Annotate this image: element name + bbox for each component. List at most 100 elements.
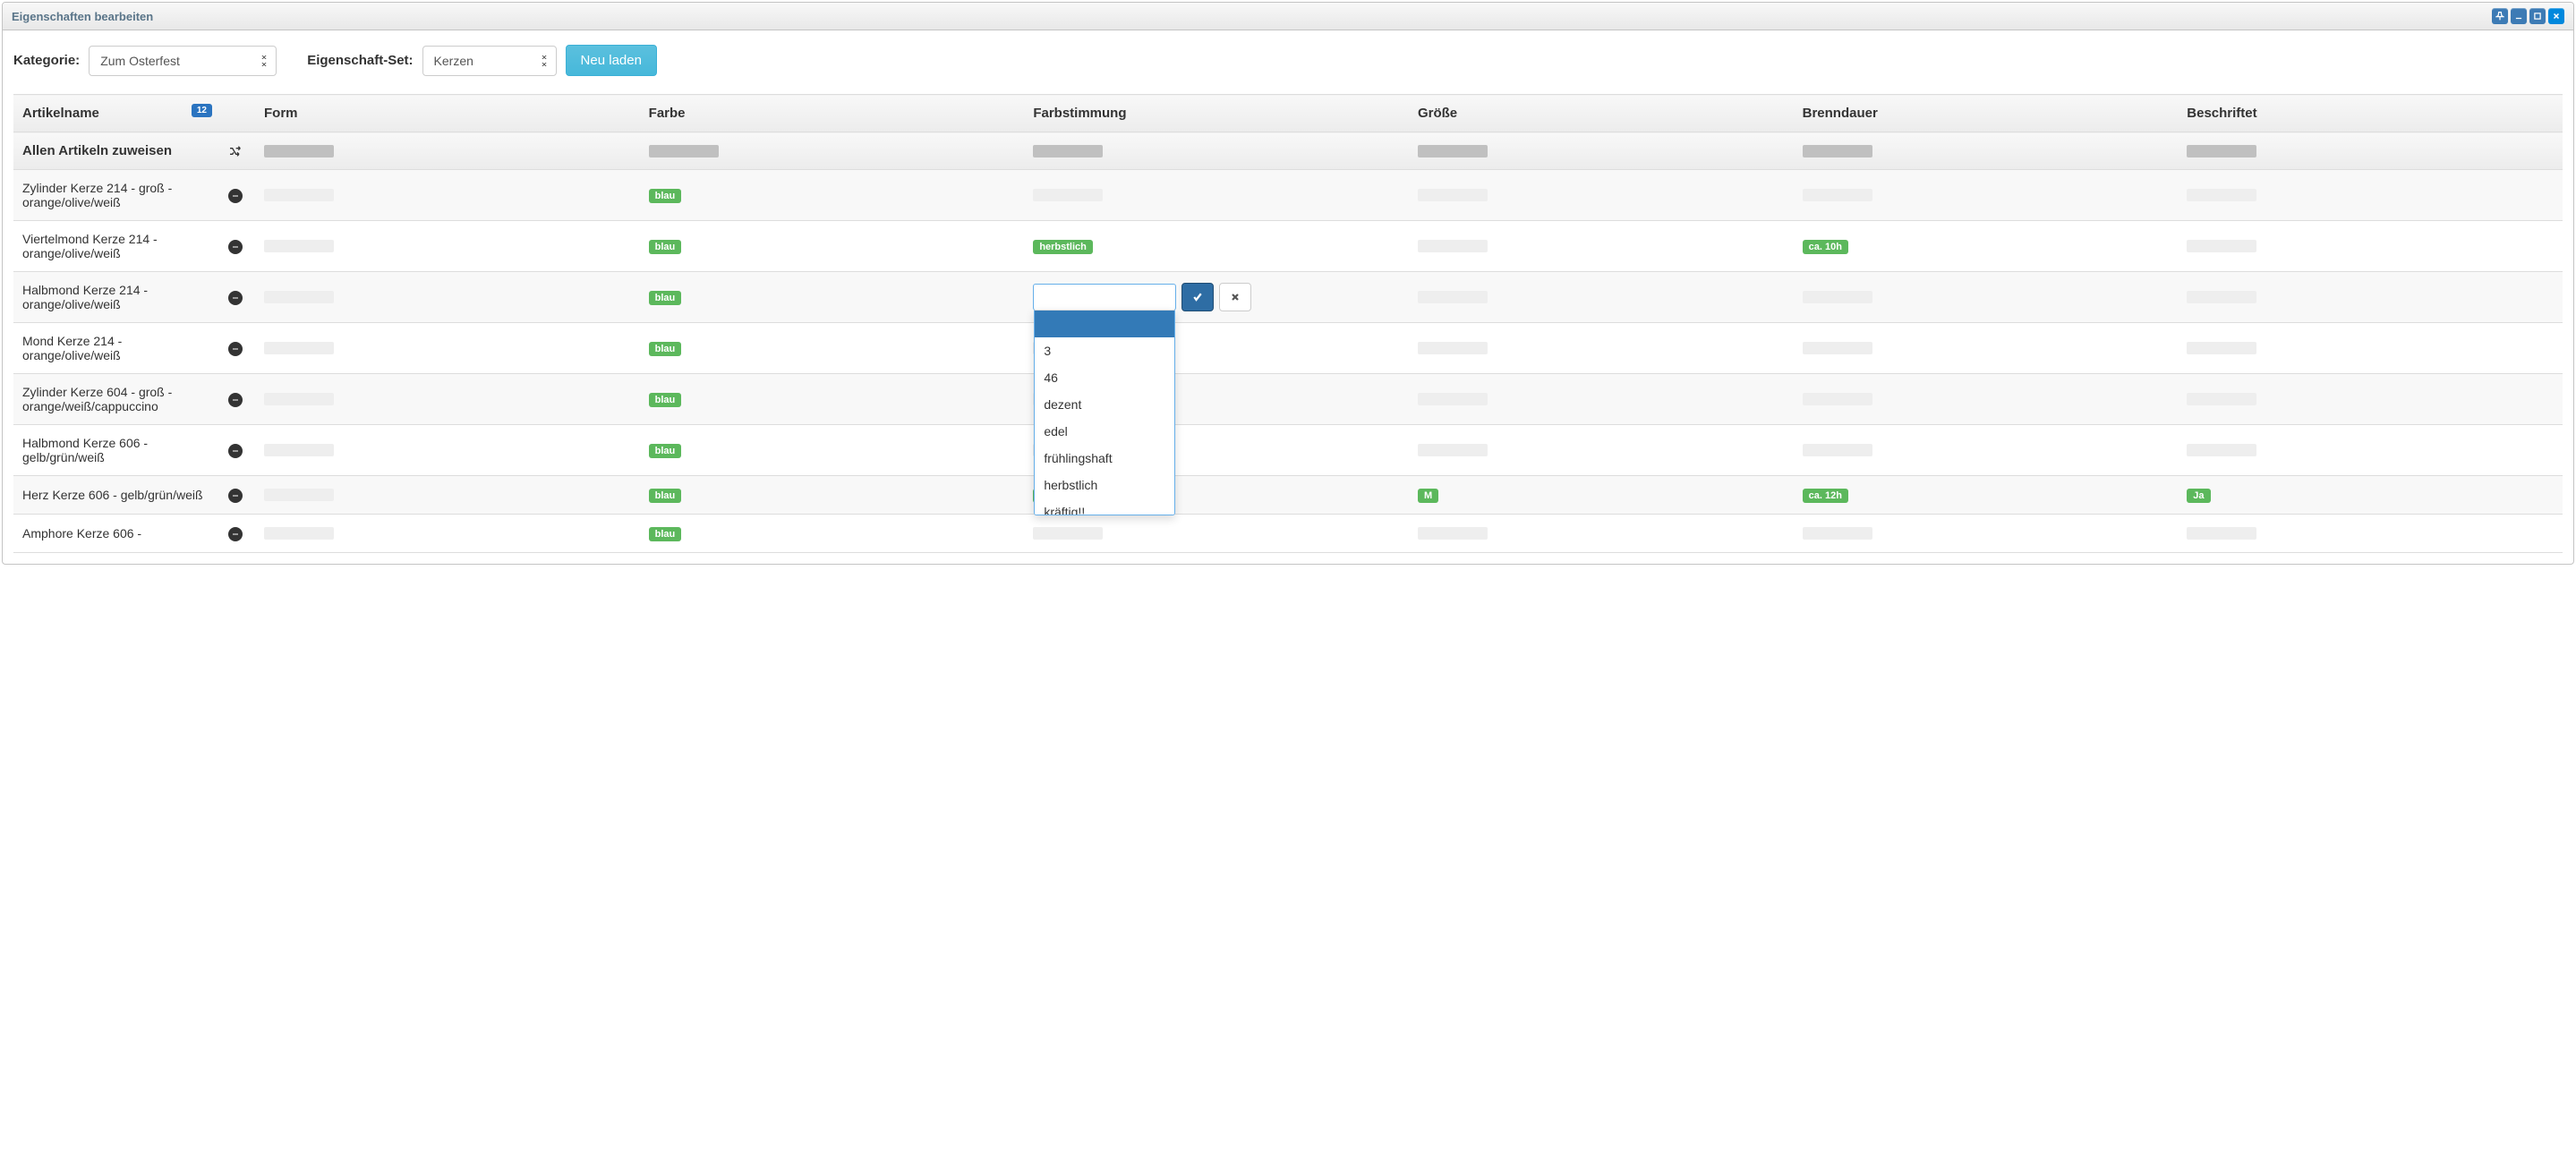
- brenndauer-cell[interactable]: [1794, 323, 2179, 374]
- brenndauer-cell[interactable]: [1794, 425, 2179, 476]
- form-cell[interactable]: [255, 170, 640, 221]
- pin-icon[interactable]: [2492, 8, 2508, 24]
- assign-groesse-cell[interactable]: [1418, 145, 1488, 157]
- beschriftet-cell[interactable]: [2178, 272, 2563, 323]
- beschriftet-placeholder[interactable]: [2187, 393, 2256, 405]
- form-placeholder[interactable]: [264, 189, 334, 201]
- farbe-cell[interactable]: blau: [640, 515, 1025, 553]
- form-cell[interactable]: [255, 323, 640, 374]
- form-placeholder[interactable]: [264, 444, 334, 456]
- minimize-icon[interactable]: [2511, 8, 2527, 24]
- groesse-placeholder[interactable]: [1418, 393, 1488, 405]
- assign-farbe-cell[interactable]: [649, 145, 719, 157]
- combo-input[interactable]: [1034, 285, 1175, 310]
- brenndauer-cell[interactable]: ca. 10h: [1794, 221, 2179, 272]
- form-cell[interactable]: [255, 374, 640, 425]
- brenndauer-placeholder[interactable]: [1803, 393, 1872, 405]
- groesse-cell[interactable]: [1409, 515, 1794, 553]
- form-placeholder[interactable]: [264, 240, 334, 252]
- combo-option[interactable]: 3: [1035, 337, 1174, 364]
- brenndauer-placeholder[interactable]: [1803, 527, 1872, 540]
- assign-beschriftet-cell[interactable]: [2187, 145, 2256, 157]
- form-cell[interactable]: [255, 221, 640, 272]
- farbe-cell[interactable]: blau: [640, 425, 1025, 476]
- form-placeholder[interactable]: [264, 527, 334, 540]
- form-placeholder[interactable]: [264, 342, 334, 354]
- brenndauer-placeholder[interactable]: [1803, 342, 1872, 354]
- remove-icon[interactable]: [228, 489, 243, 503]
- remove-icon[interactable]: [228, 240, 243, 254]
- brenndauer-placeholder[interactable]: [1803, 444, 1872, 456]
- category-select[interactable]: Zum Osterfest: [89, 46, 277, 76]
- form-cell[interactable]: [255, 272, 640, 323]
- reload-button[interactable]: Neu laden: [566, 45, 657, 76]
- brenndauer-cell[interactable]: [1794, 515, 2179, 553]
- beschriftet-placeholder[interactable]: [2187, 189, 2256, 201]
- form-placeholder[interactable]: [264, 291, 334, 303]
- combo-option[interactable]: edel: [1035, 418, 1174, 445]
- prop-set-select[interactable]: Kerzen: [422, 46, 557, 76]
- beschriftet-cell[interactable]: [2178, 515, 2563, 553]
- groesse-placeholder[interactable]: [1418, 240, 1488, 252]
- beschriftet-placeholder[interactable]: [2187, 240, 2256, 252]
- groesse-cell[interactable]: [1409, 221, 1794, 272]
- groesse-placeholder[interactable]: [1418, 444, 1488, 456]
- remove-icon[interactable]: [228, 527, 243, 541]
- form-cell[interactable]: [255, 425, 640, 476]
- farbe-cell[interactable]: blau: [640, 221, 1025, 272]
- brenndauer-cell[interactable]: [1794, 170, 2179, 221]
- form-placeholder[interactable]: [264, 393, 334, 405]
- farbe-cell[interactable]: blau: [640, 323, 1025, 374]
- confirm-button[interactable]: [1181, 283, 1214, 311]
- assign-brenndauer-cell[interactable]: [1803, 145, 1872, 157]
- beschriftet-cell[interactable]: [2178, 170, 2563, 221]
- farbe-cell[interactable]: blau: [640, 476, 1025, 515]
- beschriftet-cell[interactable]: [2178, 425, 2563, 476]
- groesse-placeholder[interactable]: [1418, 291, 1488, 303]
- farbstimmung-cell[interactable]: herbstlich: [1024, 221, 1409, 272]
- beschriftet-cell[interactable]: [2178, 374, 2563, 425]
- combo-option[interactable]: kräftig!!: [1035, 498, 1174, 515]
- form-cell[interactable]: [255, 476, 640, 515]
- form-cell[interactable]: [255, 515, 640, 553]
- assign-farbstimmung-cell[interactable]: [1033, 145, 1103, 157]
- groesse-cell[interactable]: [1409, 272, 1794, 323]
- brenndauer-cell[interactable]: [1794, 272, 2179, 323]
- beschriftet-cell[interactable]: [2178, 323, 2563, 374]
- remove-icon[interactable]: [228, 444, 243, 458]
- farbe-cell[interactable]: blau: [640, 374, 1025, 425]
- farbe-cell[interactable]: blau: [640, 272, 1025, 323]
- groesse-cell[interactable]: [1409, 170, 1794, 221]
- farbstimmung-placeholder[interactable]: [1033, 189, 1103, 201]
- maximize-icon[interactable]: [2529, 8, 2546, 24]
- brenndauer-cell[interactable]: [1794, 374, 2179, 425]
- beschriftet-cell[interactable]: Ja: [2178, 476, 2563, 515]
- brenndauer-placeholder[interactable]: [1803, 189, 1872, 201]
- beschriftet-placeholder[interactable]: [2187, 527, 2256, 540]
- remove-icon[interactable]: [228, 342, 243, 356]
- combo-option[interactable]: frühlingshaft: [1035, 445, 1174, 472]
- shuffle-icon[interactable]: [228, 144, 246, 158]
- groesse-cell[interactable]: M: [1409, 476, 1794, 515]
- assign-form-cell[interactable]: [264, 145, 334, 157]
- combo-option[interactable]: [1035, 311, 1174, 337]
- remove-icon[interactable]: [228, 393, 243, 407]
- farbe-cell[interactable]: blau: [640, 170, 1025, 221]
- form-placeholder[interactable]: [264, 489, 334, 501]
- beschriftet-cell[interactable]: [2178, 221, 2563, 272]
- groesse-placeholder[interactable]: [1418, 189, 1488, 201]
- beschriftet-placeholder[interactable]: [2187, 342, 2256, 354]
- groesse-cell[interactable]: [1409, 323, 1794, 374]
- groesse-cell[interactable]: [1409, 374, 1794, 425]
- groesse-placeholder[interactable]: [1418, 342, 1488, 354]
- close-icon[interactable]: [2548, 8, 2564, 24]
- groesse-cell[interactable]: [1409, 425, 1794, 476]
- remove-icon[interactable]: [228, 291, 243, 305]
- farbstimmung-placeholder[interactable]: [1033, 527, 1103, 540]
- beschriftet-placeholder[interactable]: [2187, 444, 2256, 456]
- beschriftet-placeholder[interactable]: [2187, 291, 2256, 303]
- combo-option[interactable]: herbstlich: [1035, 472, 1174, 498]
- farbstimmung-cell[interactable]: [1024, 170, 1409, 221]
- brenndauer-cell[interactable]: ca. 12h: [1794, 476, 2179, 515]
- remove-icon[interactable]: [228, 189, 243, 203]
